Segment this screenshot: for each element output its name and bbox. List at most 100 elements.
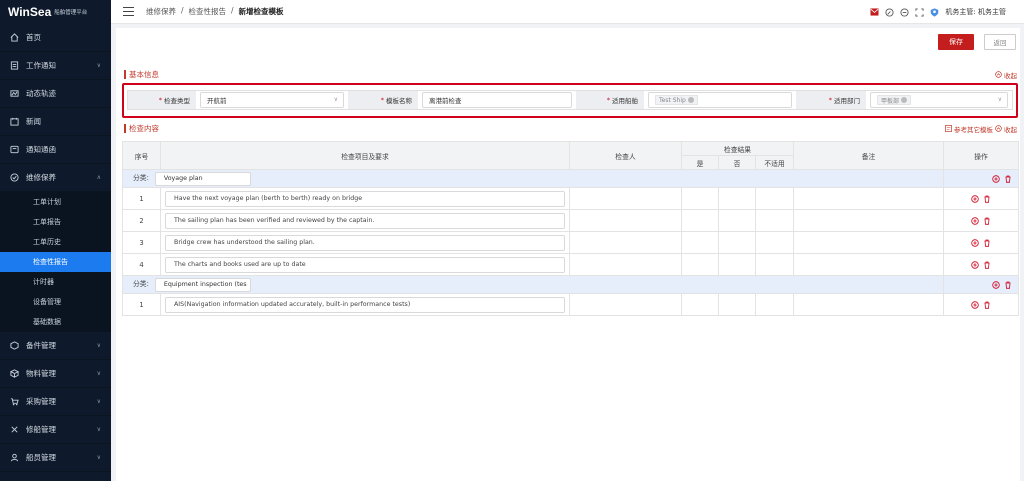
- avatar[interactable]: [930, 7, 939, 17]
- scope-field-wrap: Test Ship: [644, 91, 796, 109]
- user-icon: [10, 453, 19, 462]
- collapse-label: 收起: [1004, 72, 1017, 80]
- sidebar-item-spares[interactable]: 备件管理 ∨: [0, 332, 111, 360]
- add-icon[interactable]: [971, 260, 979, 269]
- row-remark: [793, 253, 945, 276]
- content-tools: 参考其它模板 收起: [945, 124, 1017, 134]
- row-item-cell: The sailing plan has been verified and r…: [160, 209, 570, 232]
- row-item-cell: Bridge crew has understood the sailing p…: [160, 231, 570, 254]
- sidebar-item-crew[interactable]: 船员管理 ∨: [0, 444, 111, 472]
- sidebar: WinSea 船舶管理平台 首页 工作通知 ∨ 动态轨迹 新闻 通知通函 维修保…: [0, 0, 111, 481]
- row-seq: 2: [122, 209, 161, 232]
- basic-info-title: 基本信息: [124, 70, 159, 79]
- sidebar-subitem-work-history[interactable]: 工单历史: [0, 232, 111, 252]
- dept-select[interactable]: 甲板部 ∨: [870, 92, 1008, 108]
- sidebar-item-label: 通知通函: [26, 145, 56, 154]
- collapse-up-icon[interactable]: [995, 124, 1002, 134]
- sidebar-subitem-inspection-report[interactable]: 检查性报告: [0, 252, 111, 272]
- sidebar-subitem-base-data[interactable]: 基础数据: [0, 312, 111, 332]
- row-seq: 4: [122, 253, 161, 276]
- delete-icon[interactable]: [983, 239, 991, 247]
- row-actions: [944, 216, 1018, 225]
- row-no: [718, 293, 756, 316]
- category-name-input[interactable]: Voyage plan: [154, 171, 251, 186]
- breadcrumb-current: 新增检查模板: [238, 7, 284, 16]
- ship-select[interactable]: Test Ship: [648, 92, 792, 108]
- language-icon[interactable]: [900, 7, 909, 17]
- sidebar-subitem-equipment[interactable]: 设备管理: [0, 292, 111, 312]
- chevron-down-icon: ∨: [96, 370, 101, 377]
- sidebar-item-circulars[interactable]: 通知通函: [0, 136, 111, 164]
- app-logo[interactable]: WinSea 船舶管理平台: [0, 0, 111, 24]
- collapse-label[interactable]: 收起: [1004, 124, 1017, 134]
- add-icon[interactable]: [992, 174, 1000, 183]
- compass-icon[interactable]: [885, 7, 894, 17]
- basic-info-form: * 检查类型 开航前 ∨ * 模板名称 离港前检查 * 适用船舶 Test Ship *…: [122, 83, 1018, 118]
- logo-subtitle: 船舶管理平台: [54, 10, 88, 16]
- row-item-cell: The charts and books used are up to date: [160, 253, 570, 276]
- item-text-input[interactable]: The sailing plan has been verified and r…: [165, 212, 565, 229]
- home-icon: [10, 33, 19, 42]
- sidebar-item-home[interactable]: 首页: [0, 24, 111, 52]
- row-inspector: [569, 231, 682, 254]
- fullscreen-icon[interactable]: [915, 7, 924, 17]
- tag-close-icon[interactable]: [687, 97, 694, 103]
- col-inspector: 检查人: [569, 141, 682, 170]
- user-name[interactable]: 机务主管: 机务主管: [945, 7, 1006, 17]
- basic-collapse-toggle[interactable]: 收起: [995, 70, 1017, 80]
- row-no: [718, 253, 756, 276]
- type-select[interactable]: 开航前 ∨: [200, 92, 344, 108]
- sidebar-subitem-timer[interactable]: 计时器: [0, 272, 111, 292]
- sidebar-item-repair[interactable]: 修船管理 ∨: [0, 416, 111, 444]
- template-name-input[interactable]: 离港前检查: [422, 92, 572, 108]
- save-button[interactable]: 保存: [938, 34, 974, 50]
- document-icon: [10, 61, 19, 70]
- add-icon[interactable]: [971, 300, 979, 309]
- sidebar-item-purchase[interactable]: 采购管理 ∨: [0, 388, 111, 416]
- sidebar-item-news[interactable]: 新闻: [0, 108, 111, 136]
- category-actions: [943, 169, 1020, 188]
- row-op: [943, 209, 1020, 232]
- delete-icon[interactable]: [1004, 281, 1012, 289]
- row-remark: [793, 293, 945, 316]
- sidebar-item-maintenance[interactable]: 维修保养 ∧: [0, 164, 111, 192]
- mail-icon[interactable]: [870, 8, 879, 17]
- delete-icon[interactable]: [983, 261, 991, 269]
- category-name-input[interactable]: Equipment inspection (tes: [154, 277, 251, 292]
- row-item-cell: AIS(Navigation information updated accur…: [160, 293, 570, 316]
- breadcrumb-item[interactable]: 检查性报告: [189, 6, 227, 17]
- back-button[interactable]: 返回: [984, 34, 1016, 50]
- table-body: 分类: Voyage plan 1 Have the next voyage plan…: [121, 169, 1020, 316]
- menu-toggle-icon[interactable]: [123, 7, 134, 16]
- row-op: [943, 187, 1020, 210]
- chevron-down-icon: ∨: [96, 62, 101, 69]
- add-icon[interactable]: [971, 238, 979, 247]
- table-row: 1 AIS(Navigation information updated accu…: [122, 293, 1020, 316]
- item-text-input[interactable]: Have the next voyage plan (berth to bert…: [165, 190, 565, 207]
- delete-icon[interactable]: [1004, 175, 1012, 183]
- item-text-input[interactable]: AIS(Navigation information updated accur…: [165, 296, 565, 313]
- chevron-down-icon: ∨: [96, 398, 101, 405]
- table-row: 2 The sailing plan has been verified and …: [122, 209, 1020, 232]
- delete-icon[interactable]: [983, 195, 991, 203]
- name-label: * 模板名称: [348, 91, 418, 109]
- item-text-input[interactable]: Bridge crew has understood the sailing p…: [165, 234, 565, 251]
- add-icon[interactable]: [992, 280, 1000, 289]
- row-inspector: [569, 293, 682, 316]
- tag-close-icon[interactable]: [901, 97, 908, 103]
- delete-icon[interactable]: [983, 301, 991, 309]
- add-icon[interactable]: [971, 216, 979, 225]
- row-yes: [681, 187, 719, 210]
- row-na: [754, 187, 795, 210]
- sidebar-item-track[interactable]: 动态轨迹: [0, 80, 111, 108]
- add-icon[interactable]: [971, 194, 979, 203]
- sidebar-item-materials[interactable]: 物料管理 ∨: [0, 360, 111, 388]
- sidebar-item-notices[interactable]: 工作通知 ∨: [0, 52, 111, 80]
- sidebar-subitem-work-plan[interactable]: 工单计划: [0, 192, 111, 212]
- delete-icon[interactable]: [983, 217, 991, 225]
- breadcrumb-item[interactable]: 维修保养: [146, 6, 176, 17]
- top-right-tools: 机务主管: 机务主管: [870, 0, 1006, 24]
- item-text-input[interactable]: The charts and books used are up to date: [165, 256, 565, 273]
- sidebar-subitem-work-report[interactable]: 工单报告: [0, 212, 111, 232]
- reference-template-link[interactable]: 参考其它模板: [954, 124, 993, 134]
